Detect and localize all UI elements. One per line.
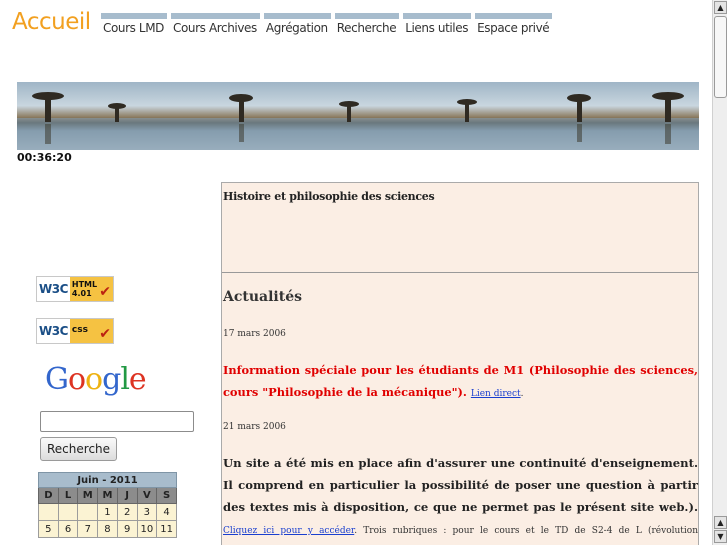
news-date: 21 mars 2006 — [223, 422, 286, 432]
calendar-cell[interactable]: 5 — [38, 520, 59, 538]
news-item: Un site a été mis en place afin d'assure… — [223, 452, 698, 545]
nav-cours-archives[interactable]: Cours Archives — [171, 13, 260, 35]
scroll-down-arrow-icon[interactable]: ▼ — [714, 530, 727, 543]
calendar-day-header: L — [57, 487, 79, 504]
html-tag: HTML 4.01 ✔ — [69, 277, 113, 301]
css-tag: css ✔ — [69, 319, 113, 343]
calendar-cell[interactable]: 11 — [156, 520, 177, 538]
news-text: Un site a été mis en place afin d'assure… — [223, 456, 698, 514]
calendar-cell[interactable]: 9 — [116, 520, 138, 538]
site-access-link[interactable]: Cliquez ici pour y accéder — [223, 526, 354, 536]
calendar-cell — [77, 503, 99, 521]
calendar-cell — [38, 503, 59, 521]
google-letter: o — [85, 362, 103, 397]
google-letter: l — [120, 362, 130, 397]
google-search-button[interactable]: Recherche — [40, 437, 118, 461]
scroll-thumb[interactable] — [714, 16, 727, 98]
banner-image — [17, 82, 699, 150]
calendar-cell[interactable]: 4 — [156, 503, 177, 521]
news-heading: Actualités — [223, 289, 302, 305]
nav-cours-lmd[interactable]: Cours LMD — [101, 13, 168, 35]
calendar-day-header: S — [156, 487, 177, 504]
news-after: . — [520, 389, 524, 399]
nav-liens-utiles[interactable]: Liens utiles — [403, 13, 472, 35]
google-letter: e — [128, 362, 147, 397]
home-link[interactable]: Accueil — [12, 9, 91, 35]
vertical-scrollbar[interactable]: ▲ ▲ ▼ — [712, 0, 727, 545]
google-letter: G — [45, 362, 69, 397]
calendar-day-header: M — [97, 487, 118, 504]
baobab-landscape — [17, 92, 699, 150]
w3c-logo: W3C — [39, 282, 68, 296]
w3c-logo: W3C — [39, 324, 68, 338]
divider — [222, 272, 698, 273]
calendar-cell[interactable]: 7 — [77, 520, 99, 538]
calendar-day-header: M — [77, 487, 99, 504]
direct-link[interactable]: Lien direct — [471, 389, 521, 399]
google-letter: o — [67, 362, 86, 397]
calendar-cell[interactable]: 10 — [136, 520, 158, 538]
nav-agregation[interactable]: Agrégation — [263, 13, 331, 35]
news-date: 17 mars 2006 — [223, 329, 286, 339]
calendar: Juin - 2011 D L M M J V S 1 2 3 4 5 6 7 … — [38, 472, 177, 538]
calendar-cell[interactable]: 8 — [97, 520, 118, 538]
scroll-up-arrow-icon[interactable]: ▲ — [714, 1, 727, 14]
calendar-cell[interactable]: 1 — [97, 503, 118, 521]
main-nav: Cours LMD Cours Archives Agrégation Rech… — [101, 13, 553, 35]
nav-recherche[interactable]: Recherche — [334, 13, 400, 35]
calendar-day-header: J — [116, 487, 138, 504]
calendar-cell[interactable]: 3 — [136, 503, 158, 521]
calendar-title[interactable]: Juin - 2011 — [38, 472, 177, 488]
check-icon: ✔ — [99, 326, 111, 342]
scroll-up-arrow-icon[interactable]: ▲ — [714, 516, 727, 529]
calendar-cell[interactable]: 6 — [57, 520, 79, 538]
main-content: Histoire et philosophie des sciences Act… — [221, 182, 699, 545]
section-title: Histoire et philosophie des sciences — [223, 190, 435, 203]
calendar-cell — [57, 503, 79, 521]
calendar-day-header: D — [38, 487, 59, 504]
check-icon: ✔ — [99, 284, 111, 300]
w3c-css-badge[interactable]: W3C css ✔ — [36, 318, 114, 344]
clock: 00:36:20 — [17, 151, 72, 164]
nav-espace-prive[interactable]: Espace privé — [475, 13, 553, 35]
google-letter: g — [102, 362, 121, 397]
google-search-input[interactable] — [40, 411, 194, 432]
news-text: Information spéciale pour les étudiants … — [223, 363, 698, 399]
w3c-html-badge[interactable]: W3C HTML 4.01 ✔ — [36, 276, 114, 302]
calendar-day-header: V — [136, 487, 158, 504]
calendar-cell[interactable]: 2 — [116, 503, 138, 521]
news-item: Information spéciale pour les étudiants … — [223, 359, 698, 405]
google-logo: Google — [45, 362, 147, 397]
